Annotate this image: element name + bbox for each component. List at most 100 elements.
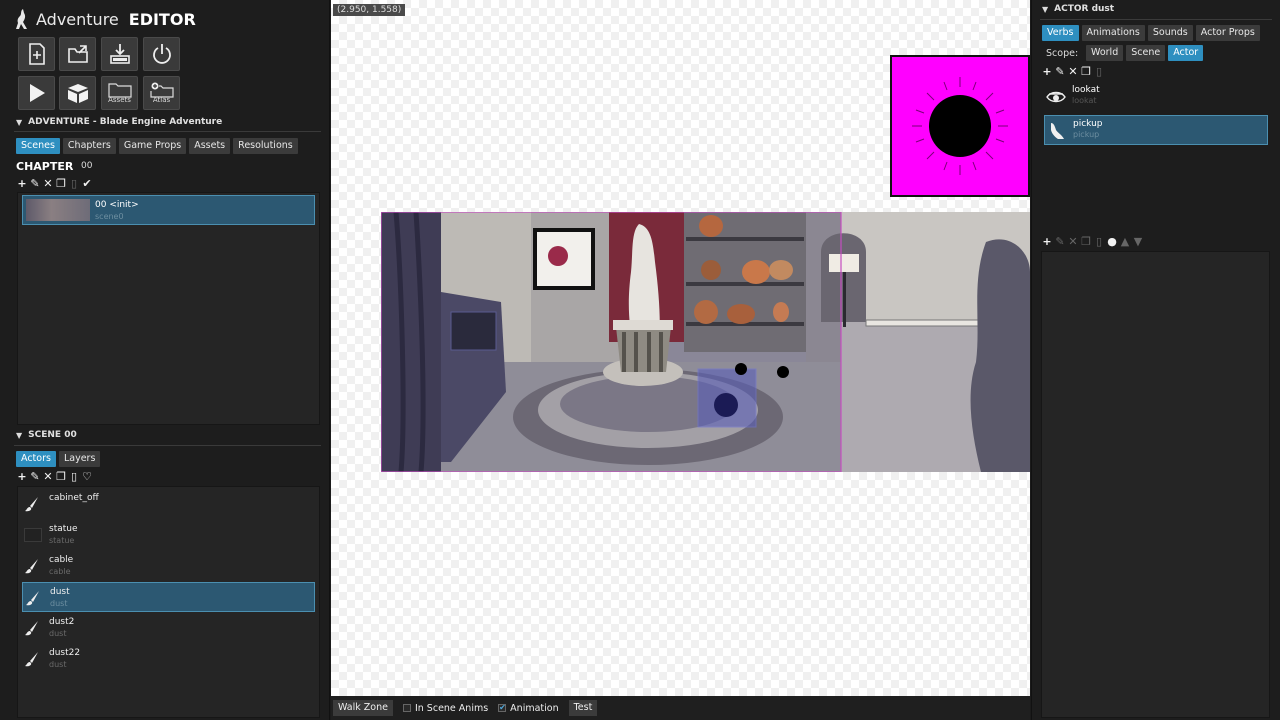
verb-list	[1041, 80, 1270, 230]
divider	[14, 131, 321, 132]
add-icon[interactable]: +	[1042, 65, 1052, 78]
assets-button[interactable]: Assets	[101, 76, 138, 110]
logo-icon	[16, 9, 27, 29]
eye-toggle-icon[interactable]: ●	[1107, 235, 1117, 248]
actor-section-header[interactable]: ▼ ACTOR dust	[1042, 4, 1114, 14]
scene-name: 00 <init>	[95, 200, 139, 210]
list-item[interactable]: dust dust	[22, 582, 315, 612]
open-folder-icon	[67, 45, 88, 63]
scope-scene[interactable]: Scene	[1126, 45, 1166, 61]
move-down-icon[interactable]: ▼	[1133, 235, 1143, 248]
paste-icon[interactable]: ▯	[69, 470, 79, 483]
scene-section-header[interactable]: ▼ SCENE 00	[16, 430, 77, 440]
assets-button-caption: Assets	[108, 96, 131, 104]
add-icon[interactable]: +	[17, 177, 27, 190]
list-item[interactable]: cable cable	[22, 551, 315, 581]
tab-assets[interactable]: Assets	[189, 138, 231, 154]
actor-name: dust2	[49, 617, 75, 627]
verb-list-toolbar: + ✎ ✕ ❐ ▯	[1042, 65, 1104, 78]
move-up-icon[interactable]: ▲	[1120, 235, 1130, 248]
scene-canvas[interactable]: (2.950, 1.558)	[331, 0, 1030, 696]
project-tabs: Scenes Chapters Game Props Assets Resolu…	[16, 138, 298, 154]
delete-icon[interactable]: ✕	[43, 177, 53, 190]
delete-icon[interactable]: ✕	[43, 470, 53, 483]
play-button[interactable]	[18, 76, 55, 110]
chapter-label: CHAPTER	[16, 160, 74, 173]
list-item[interactable]: 00 <init> scene0	[22, 195, 315, 225]
tab-resolutions[interactable]: Resolutions	[233, 138, 298, 154]
power-icon	[152, 44, 171, 64]
copy-icon[interactable]: ❐	[56, 177, 66, 190]
save-project-button[interactable]	[101, 37, 138, 71]
tab-scenes[interactable]: Scenes	[16, 138, 60, 154]
actor-panel-title: ACTOR dust	[1054, 4, 1115, 14]
tab-actors[interactable]: Actors	[16, 451, 56, 467]
edit-pencil-icon[interactable]: ✎	[30, 177, 40, 190]
delete-icon[interactable]: ✕	[1068, 235, 1078, 248]
chapter-selector[interactable]: 00	[81, 161, 92, 171]
in-scene-anims-label: In Scene Anims	[414, 702, 489, 714]
canvas-bottom-bar: Walk Zone In Scene Anims ✔ Animation Tes…	[331, 696, 1030, 720]
collapse-triangle-icon: ▼	[1042, 4, 1049, 14]
tab-verbs[interactable]: Verbs	[1042, 25, 1079, 41]
box-icon	[67, 84, 88, 103]
open-project-button[interactable]	[59, 37, 96, 71]
actor-name: dust22	[49, 648, 81, 658]
tab-animations[interactable]: Animations	[1081, 25, 1145, 41]
app-title-light: Adventure	[36, 9, 119, 29]
edit-pencil-icon[interactable]: ✎	[1055, 235, 1065, 248]
tab-actor-props[interactable]: Actor Props	[1195, 25, 1260, 41]
scope-tabs: World Scene Actor	[1086, 45, 1204, 61]
tab-chapters[interactable]: Chapters	[62, 138, 116, 154]
add-icon[interactable]: +	[17, 470, 27, 483]
app-title-bold: EDITOR	[128, 9, 196, 29]
actor-name: cable	[49, 555, 74, 565]
actor-name: dust	[50, 587, 70, 597]
brush-icon	[25, 559, 38, 574]
test-button[interactable]: Test	[568, 700, 598, 716]
tab-layers[interactable]: Layers	[58, 451, 101, 467]
paste-icon[interactable]: ▯	[1094, 65, 1104, 78]
brush-icon	[26, 591, 39, 606]
play-icon	[29, 84, 45, 102]
list-item[interactable]: dust22 dust	[22, 644, 315, 674]
atlas-button[interactable]: Atlas	[143, 76, 180, 110]
scene-thumbnail	[26, 199, 90, 221]
check-icon[interactable]: ✔	[82, 177, 92, 190]
copy-icon[interactable]: ❐	[1081, 235, 1091, 248]
walk-zone-button[interactable]: Walk Zone	[333, 700, 393, 716]
in-scene-anims-checkbox[interactable]: In Scene Anims	[402, 702, 489, 714]
tab-sounds[interactable]: Sounds	[1147, 25, 1193, 41]
atlas-button-caption: Atlas	[152, 96, 171, 104]
delete-icon[interactable]: ✕	[1068, 65, 1078, 78]
copy-icon[interactable]: ❐	[1081, 65, 1091, 78]
actor-name: cabinet_off	[49, 493, 99, 503]
app-logo: Adventure EDITOR	[14, 6, 196, 32]
actor-id: dust	[50, 599, 68, 608]
actor-id: dust	[49, 660, 67, 669]
brush-icon	[25, 621, 38, 636]
checkbox-icon	[402, 704, 411, 712]
scope-world[interactable]: World	[1086, 45, 1124, 61]
animation-checkbox[interactable]: ✔ Animation	[498, 703, 559, 714]
edit-pencil-icon[interactable]: ✎	[1055, 65, 1065, 78]
copy-icon[interactable]: ❐	[56, 470, 66, 483]
scope-actor[interactable]: Actor	[1168, 45, 1204, 61]
dust-preview-icon	[912, 77, 1008, 175]
edit-pencil-icon[interactable]: ✎	[30, 470, 40, 483]
new-project-button[interactable]	[18, 37, 55, 71]
add-icon[interactable]: +	[1042, 235, 1052, 248]
package-button[interactable]	[59, 76, 96, 110]
list-item[interactable]: cabinet_off	[22, 489, 315, 519]
list-item[interactable]: statue statue	[22, 520, 315, 550]
tab-game-props[interactable]: Game Props	[118, 138, 187, 154]
exit-button[interactable]	[143, 37, 180, 71]
paste-icon[interactable]: ▯	[69, 177, 79, 190]
location-pin-icon[interactable]: ♡	[82, 470, 92, 483]
adventure-editor-window: Adventure EDITOR Assets Atlas ▼ ADVENTUR…	[0, 0, 1280, 720]
paste-icon[interactable]: ▯	[1094, 235, 1104, 248]
cursor-coordinates: (2.950, 1.558)	[333, 4, 406, 16]
project-section-header[interactable]: ▼ ADVENTURE - Blade Engine Adventure	[16, 117, 222, 127]
list-item[interactable]: dust2 dust	[22, 613, 315, 643]
right-panel: ▼ ACTOR dust Verbs Animations Sounds Act…	[1031, 0, 1280, 720]
